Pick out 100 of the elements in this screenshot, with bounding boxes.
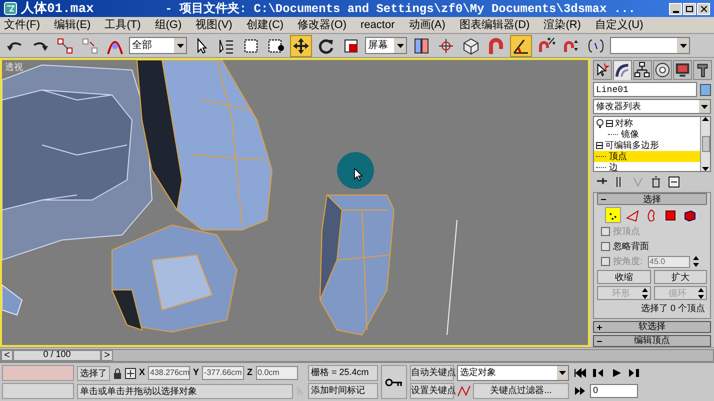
menu-item[interactable]: 动画(A) (408, 16, 446, 34)
key-mode-dropdown[interactable]: 选定对象 (457, 365, 569, 381)
box-icon (462, 36, 480, 54)
modifier-list-dropdown[interactable]: 修改器列表 (593, 99, 711, 114)
z-coordinate-field[interactable]: 0.0cm (256, 366, 298, 380)
selection-lock-button[interactable]: 选择了 (77, 366, 110, 380)
x-coordinate-field[interactable]: 438.276cm (148, 366, 190, 380)
panel-tab[interactable] (673, 60, 692, 80)
field-value: 45.0 (648, 256, 666, 268)
timeline-next-button[interactable]: > (101, 350, 113, 360)
color-swatch (2, 365, 74, 381)
key-button[interactable] (381, 365, 407, 399)
scroll-down-icon (702, 167, 709, 171)
menu-item[interactable]: 工具(T) (104, 16, 141, 34)
trash-icon (650, 176, 662, 188)
scale-icon (342, 36, 360, 54)
named-selection-dropdown[interactable] (610, 37, 690, 54)
menu-item[interactable]: 组(G) (154, 16, 182, 34)
object-name-field[interactable]: Line01 (593, 82, 697, 97)
checkbox-label: 按顶点 (613, 224, 640, 238)
absolute-mode-icon (125, 368, 136, 378)
expand-toggle[interactable] (596, 142, 603, 149)
dropdown-arrow-icon (176, 44, 184, 48)
menu-item[interactable]: 编辑(E) (54, 16, 91, 34)
menu-item[interactable]: 修改器(O) (298, 16, 346, 34)
polygon-icon (662, 208, 678, 222)
checkbox[interactable] (601, 242, 610, 251)
pivot-icon (412, 36, 430, 54)
menu-item[interactable]: 图表编辑器(D) (459, 16, 530, 34)
add-time-tag-button[interactable]: 添加时间标记 (308, 383, 378, 399)
panel-tab[interactable] (633, 60, 652, 80)
stack-subitem[interactable]: 边 (594, 162, 700, 171)
minimize-button[interactable] (669, 2, 682, 14)
rollout-button[interactable]: 收缩 (597, 270, 650, 284)
dropdown[interactable]: 全部 (129, 37, 187, 54)
percent-magnet-icon (537, 36, 555, 54)
menu-item[interactable]: 文件(F) (4, 16, 40, 34)
modifier-stack[interactable]: 对称 镜像 可编辑多边形 顶点 边 (593, 116, 711, 172)
toolbar-button[interactable] (290, 34, 312, 56)
stack-subitem[interactable]: 镜像 (594, 129, 700, 140)
bent-shape-icon (614, 62, 631, 80)
dropdown-value: 屏幕 (367, 38, 389, 53)
panel-tab[interactable] (613, 60, 632, 80)
curve-icon (457, 385, 471, 397)
frame-counter: 0 / 100 (43, 348, 71, 362)
stack-item[interactable]: 对称 (615, 118, 633, 129)
key-icon (385, 378, 403, 386)
window-path: - 项目文件夹: C:\Documents and Settings\zf0\My Documents\3dsmax ... (165, 0, 636, 18)
frame-field[interactable]: 0 (590, 384, 638, 398)
dropdown-arrow-icon (396, 44, 404, 48)
maximize-button[interactable] (683, 2, 696, 14)
panel-tab[interactable] (693, 60, 712, 80)
axis-label: X (139, 366, 146, 380)
stack-subitem[interactable]: 顶点 (594, 151, 700, 162)
close-button[interactable] (697, 2, 710, 14)
menu-item[interactable]: reactor (360, 16, 395, 34)
magnet-icon (487, 36, 505, 54)
spinner-icon (698, 288, 704, 298)
checkbox-label: 忽略背面 (613, 240, 649, 253)
rollout-header[interactable]: 编辑顶点 (593, 334, 711, 346)
hierarchy-icon (634, 61, 651, 79)
auto-key-button[interactable]: 自动关键点 (410, 365, 454, 381)
field-value: 0.0cm (256, 367, 280, 379)
playback-button[interactable] (626, 366, 642, 380)
timeline-track[interactable]: < 0 / 100 > (0, 348, 714, 362)
named-selection-icon (587, 36, 605, 54)
scrollbar[interactable] (700, 117, 710, 171)
playback-button[interactable] (590, 366, 606, 380)
dropdown[interactable]: 屏幕 (365, 37, 407, 54)
cursor-highlight (337, 152, 374, 189)
dropdown-value: 全部 (131, 38, 153, 53)
rollout-header[interactable]: 软选择 (593, 320, 711, 332)
menu-item[interactable]: 视图(V) (196, 16, 232, 34)
panel-tab[interactable] (593, 60, 612, 80)
minus-icon (607, 121, 612, 126)
time-slider-thumb[interactable]: 0 / 100 (13, 350, 101, 360)
grid-readout: 栅格 = 25.4cm (308, 365, 378, 381)
toolbar-button[interactable] (510, 34, 532, 56)
stack-item[interactable]: 可编辑多边形 (605, 140, 659, 151)
set-key-button[interactable]: 设置关键点 (410, 383, 454, 399)
move-icon (292, 36, 310, 54)
expand-toggle[interactable] (606, 120, 613, 127)
scroll-thumb[interactable] (702, 136, 710, 152)
subobject-button[interactable] (605, 207, 621, 223)
close-icon (700, 6, 706, 12)
axis-label: Y (193, 366, 200, 380)
menu-item[interactable]: 渲染(R) (544, 16, 581, 34)
rollout-header[interactable]: 选择 (597, 193, 707, 205)
playback-button[interactable] (572, 366, 588, 380)
panel-tab[interactable] (653, 60, 672, 80)
maximize-icon (686, 6, 693, 12)
go-to-start-icon (574, 368, 586, 378)
object-color-swatch[interactable] (700, 84, 711, 96)
unlink-icon (81, 36, 99, 54)
rollout-button[interactable]: 扩大 (654, 270, 707, 284)
key-filters-button[interactable]: 关键点过滤器... (473, 383, 569, 399)
menu-item[interactable]: 自定义(U) (594, 16, 644, 34)
timeline-prev-button[interactable]: < (1, 350, 13, 360)
rollout-title: 编辑顶点 (634, 336, 670, 345)
menu-item[interactable]: 创建(C) (246, 16, 284, 34)
